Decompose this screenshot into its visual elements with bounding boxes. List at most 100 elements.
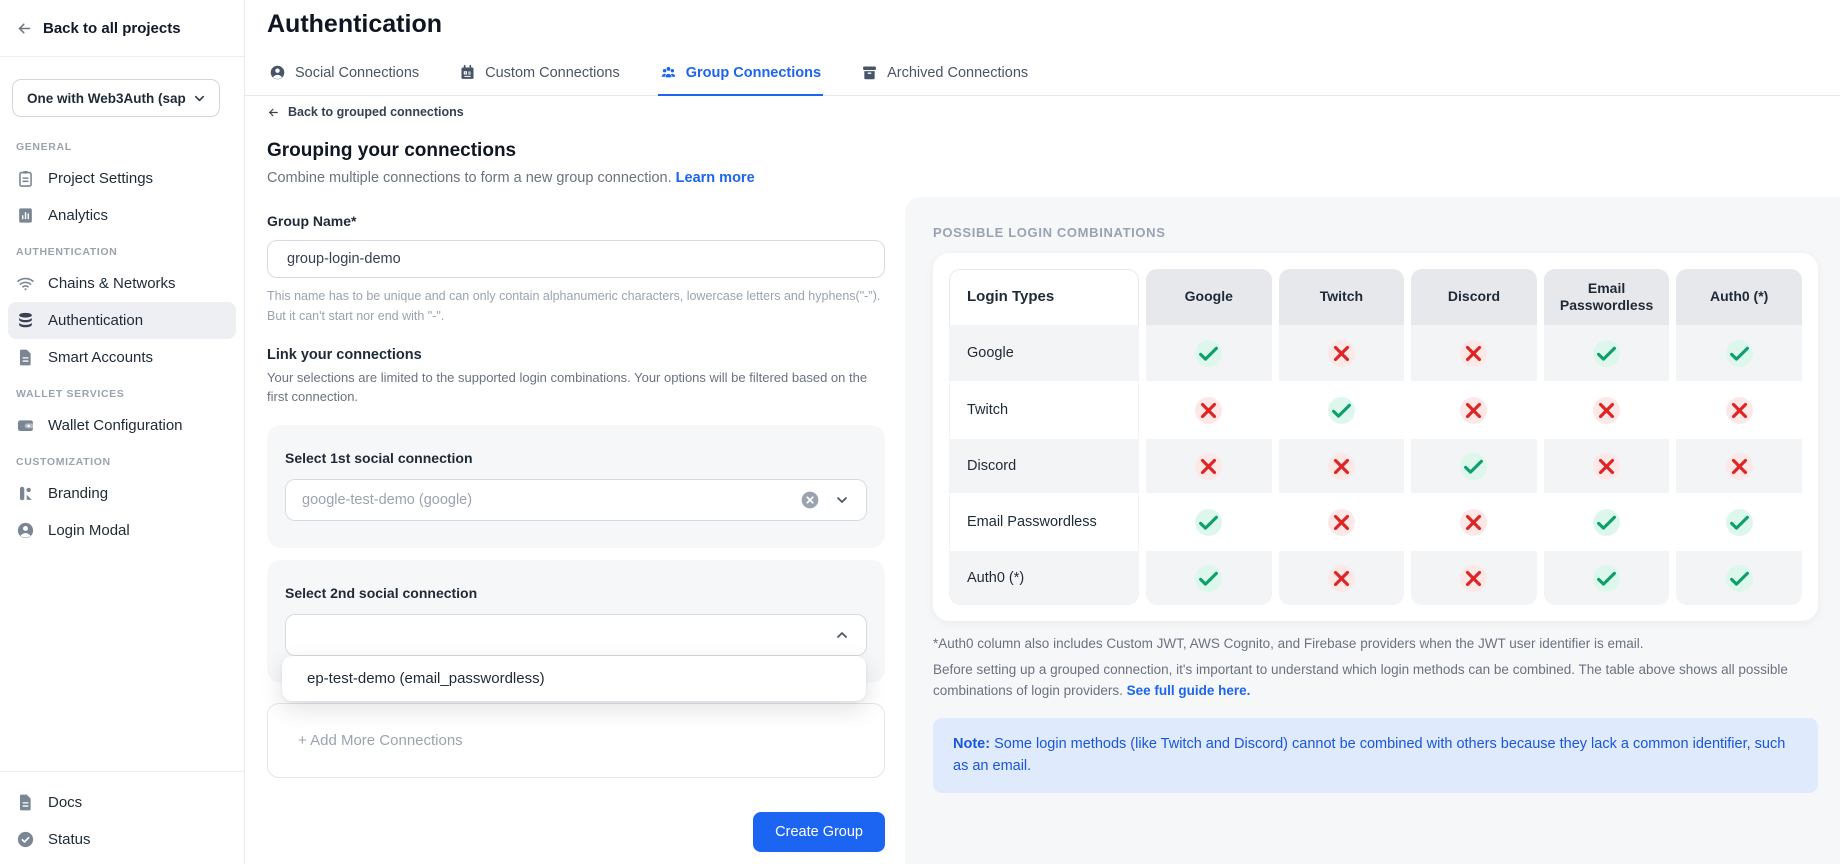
column-header: Google (1146, 269, 1272, 325)
combination-cell (1676, 381, 1802, 437)
combination-cell (1676, 549, 1802, 605)
sidebar-item-label: Project Settings (48, 170, 153, 187)
combination-cell (1279, 437, 1405, 493)
learn-more-link[interactable]: Learn more (676, 170, 755, 186)
table-column-email-passwordless: Email Passwordless (1544, 269, 1670, 605)
tab-label: Custom Connections (485, 65, 620, 81)
sidebar-footer: Docs Status (0, 771, 244, 858)
sidebar-nav: GENERAL Project Settings AnalyticsAUTHENTI… (0, 129, 244, 549)
sidebar-item-label: Docs (48, 794, 82, 811)
tab-archived-connections[interactable]: Archived Connections (859, 54, 1030, 96)
nav-section-label: GENERAL (0, 129, 244, 160)
first-connection-select[interactable]: google-test-demo (google) (285, 479, 867, 521)
combinations-table: Login TypesGoogleTwitchDiscordEmail Pass… (949, 269, 1802, 605)
row-label-google: Google (949, 325, 1139, 381)
tab-label: Archived Connections (887, 65, 1028, 81)
sidebar-item-label: Chains & Networks (48, 275, 176, 292)
link-connections-heading: Link your connections (267, 347, 885, 363)
x-icon (1460, 565, 1487, 592)
combination-cell (1279, 549, 1405, 605)
note-box: Note: Some login methods (like Twitch an… (933, 718, 1818, 793)
x-icon (1726, 397, 1753, 424)
sidebar-item-label: Branding (48, 485, 108, 502)
nav-section-label: CUSTOMIZATION (0, 444, 244, 475)
x-icon (1460, 340, 1487, 367)
row-label-email-passwordless: Email Passwordless (949, 493, 1139, 549)
combination-cell (1411, 437, 1537, 493)
sidebar-item-label: Authentication (48, 312, 143, 329)
note-text: Some login methods (like Twitch and Disc… (953, 736, 1785, 774)
sidebar-item-analytics[interactable]: Analytics (8, 197, 236, 234)
combination-cell (1676, 493, 1802, 549)
combination-cell (1544, 381, 1670, 437)
group-name-label: Group Name* (267, 213, 885, 229)
chevron-down-icon (192, 91, 207, 106)
analytics-icon (16, 206, 35, 225)
arrow-left-icon (267, 106, 280, 119)
table-column-twitch: Twitch (1279, 269, 1405, 605)
row-label-auth0-: Auth0 (*) (949, 549, 1139, 605)
sidebar-item-project-settings[interactable]: Project Settings (8, 160, 236, 197)
group-name-input[interactable] (267, 240, 885, 278)
back-to-projects-link[interactable]: Back to all projects (0, 0, 244, 57)
back-to-grouped-connections-link[interactable]: Back to grouped connections (267, 105, 885, 119)
check-icon (1195, 340, 1222, 367)
full-guide-link[interactable]: See full guide here. (1127, 683, 1251, 698)
sidebar-item-branding[interactable]: Branding (8, 475, 236, 512)
sidebar-item-authentication[interactable]: Authentication (8, 302, 236, 339)
tab-social-connections[interactable]: Social Connections (267, 54, 421, 96)
sidebar: Back to all projects One with Web3Auth (… (0, 0, 245, 864)
add-more-connections-button[interactable]: + Add More Connections (267, 703, 885, 778)
combinations-footnote: Before setting up a grouped connection, … (933, 660, 1813, 702)
column-header: Auth0 (*) (1676, 269, 1802, 325)
second-connection-select[interactable] (285, 614, 867, 656)
x-icon (1328, 453, 1355, 480)
combination-cell (1544, 437, 1670, 493)
combination-cell (1279, 381, 1405, 437)
archive-icon (861, 64, 878, 81)
x-icon (1460, 509, 1487, 536)
check-icon (1195, 509, 1222, 536)
sidebar-item-login-modal[interactable]: Login Modal (8, 512, 236, 549)
column-header: Email Passwordless (1544, 269, 1670, 325)
x-icon (1195, 453, 1222, 480)
dropdown-option-ep-test-demo[interactable]: ep-test-demo (email_passwordless) (282, 656, 866, 701)
main-content: Authentication Social ConnectionsCustom … (245, 0, 1840, 864)
first-connection-card: Select 1st social connection google-test… (267, 425, 885, 548)
sidebar-item-wallet-configuration[interactable]: Wallet Configuration (8, 407, 236, 444)
combination-cell (1279, 325, 1405, 381)
sidebar-item-docs[interactable]: Docs (8, 784, 236, 821)
check-icon (1726, 340, 1753, 367)
wifi-icon (16, 274, 35, 293)
clear-selection-icon[interactable] (800, 490, 820, 510)
nav-section-label: AUTHENTICATION (0, 234, 244, 265)
group-icon (660, 64, 677, 81)
wallet-icon (16, 416, 35, 435)
combination-cell (1411, 381, 1537, 437)
database-icon (16, 311, 35, 330)
x-icon (1328, 340, 1355, 367)
first-connection-label: Select 1st social connection (285, 450, 867, 466)
back-to-grouped-connections-label: Back to grouped connections (288, 105, 464, 119)
sidebar-item-status[interactable]: Status (8, 821, 236, 858)
back-to-projects-label: Back to all projects (43, 20, 181, 37)
chevron-up-icon (834, 627, 850, 643)
tab-custom-connections[interactable]: Custom Connections (457, 54, 622, 96)
check-icon (1460, 453, 1487, 480)
row-label-discord: Discord (949, 437, 1139, 493)
sidebar-item-label: Status (48, 831, 91, 848)
branding-icon (16, 484, 35, 503)
sidebar-item-smart-accounts[interactable]: Smart Accounts (8, 339, 236, 376)
web3auth-dashboard: Back to all projects One with Web3Auth (… (0, 0, 1840, 864)
table-column-google: Google (1146, 269, 1272, 605)
document-icon (16, 793, 35, 812)
x-icon (1726, 453, 1753, 480)
login-combinations-panel: POSSIBLE LOGIN COMBINATIONS Login TypesG… (905, 197, 1840, 864)
project-selector[interactable]: One with Web3Auth (sap (12, 79, 220, 117)
section-title: Grouping your connections (267, 140, 885, 162)
tab-group-connections[interactable]: Group Connections (658, 54, 823, 96)
combination-cell (1411, 325, 1537, 381)
check-circle-icon (16, 830, 35, 849)
create-group-button[interactable]: Create Group (753, 812, 885, 852)
sidebar-item-chains-networks[interactable]: Chains & Networks (8, 265, 236, 302)
